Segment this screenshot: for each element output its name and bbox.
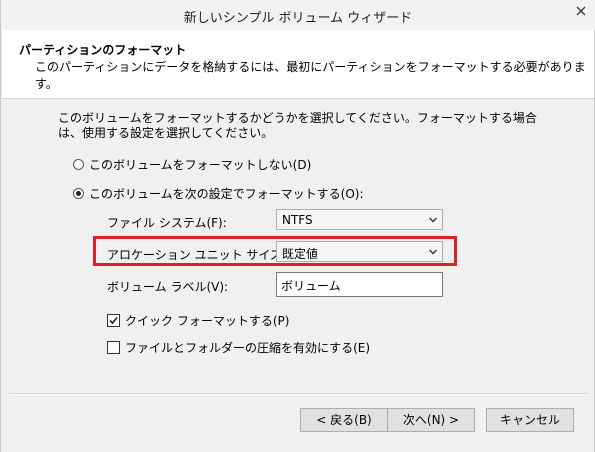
- wizard-header: パーティションのフォーマット このパーティションにデータを格納するには、最初にパ…: [2, 30, 594, 99]
- checkmark-icon: [109, 316, 118, 324]
- filesystem-label: ファイル システム(F):: [107, 216, 227, 230]
- no-format-option[interactable]: このボリュームをフォーマットしない(D): [73, 155, 311, 173]
- compression-label: ファイルとフォルダーの圧縮を有効にする(E): [125, 340, 371, 355]
- quick-format-option[interactable]: クイック フォーマットする(P): [107, 311, 289, 329]
- quick-format-label: クイック フォーマットする(P): [125, 313, 290, 328]
- quick-format-checkbox[interactable]: [107, 313, 120, 327]
- volume-label-label: ボリューム ラベル(V):: [107, 280, 229, 294]
- filesystem-value: NTFS: [282, 213, 313, 227]
- wizard-window: 新しいシンプル ボリューム ウィザード パーティションのフォーマット このパーテ…: [0, 0, 595, 452]
- instruction-text: このボリュームをフォーマットするかどうかを選択してください。フォーマットする場合…: [58, 111, 537, 140]
- header-subtitle: このパーティションにデータを格納するには、最初にパーティションをフォーマットする…: [35, 60, 586, 91]
- allocation-label: アロケーション ユニット サイズ(A):: [107, 248, 304, 262]
- format-label: このボリュームを次の設定でフォーマットする(O):: [89, 186, 364, 201]
- close-icon: [576, 6, 586, 16]
- title-bar[interactable]: 新しいシンプル ボリューム ウィザード: [1, 0, 595, 30]
- no-format-label: このボリュームをフォーマットしない(D): [89, 157, 312, 172]
- format-radio[interactable]: [73, 187, 84, 199]
- no-format-radio[interactable]: [73, 158, 84, 170]
- next-button[interactable]: 次へ(N) >: [387, 408, 475, 432]
- close-button[interactable]: [567, 0, 595, 22]
- footer-separator: [9, 393, 587, 395]
- allocation-select[interactable]: 既定値: [276, 241, 443, 262]
- volume-label-value: ボリューム: [281, 279, 341, 293]
- cancel-button[interactable]: キャンセル: [486, 408, 574, 432]
- compression-checkbox[interactable]: [107, 340, 120, 354]
- chevron-down-icon: [429, 249, 437, 255]
- compression-option[interactable]: ファイルとフォルダーの圧縮を有効にする(E): [107, 338, 370, 356]
- filesystem-select[interactable]: NTFS: [276, 209, 443, 230]
- header-title: パーティションのフォーマット: [19, 43, 187, 57]
- allocation-value: 既定値: [282, 247, 319, 261]
- back-button[interactable]: < 戻る(B): [300, 408, 388, 432]
- volume-label-input[interactable]: ボリューム: [276, 272, 443, 297]
- window-title: 新しいシンプル ボリューム ウィザード: [183, 11, 413, 26]
- format-option[interactable]: このボリュームを次の設定でフォーマットする(O):: [73, 184, 364, 202]
- chevron-down-icon: [429, 217, 437, 223]
